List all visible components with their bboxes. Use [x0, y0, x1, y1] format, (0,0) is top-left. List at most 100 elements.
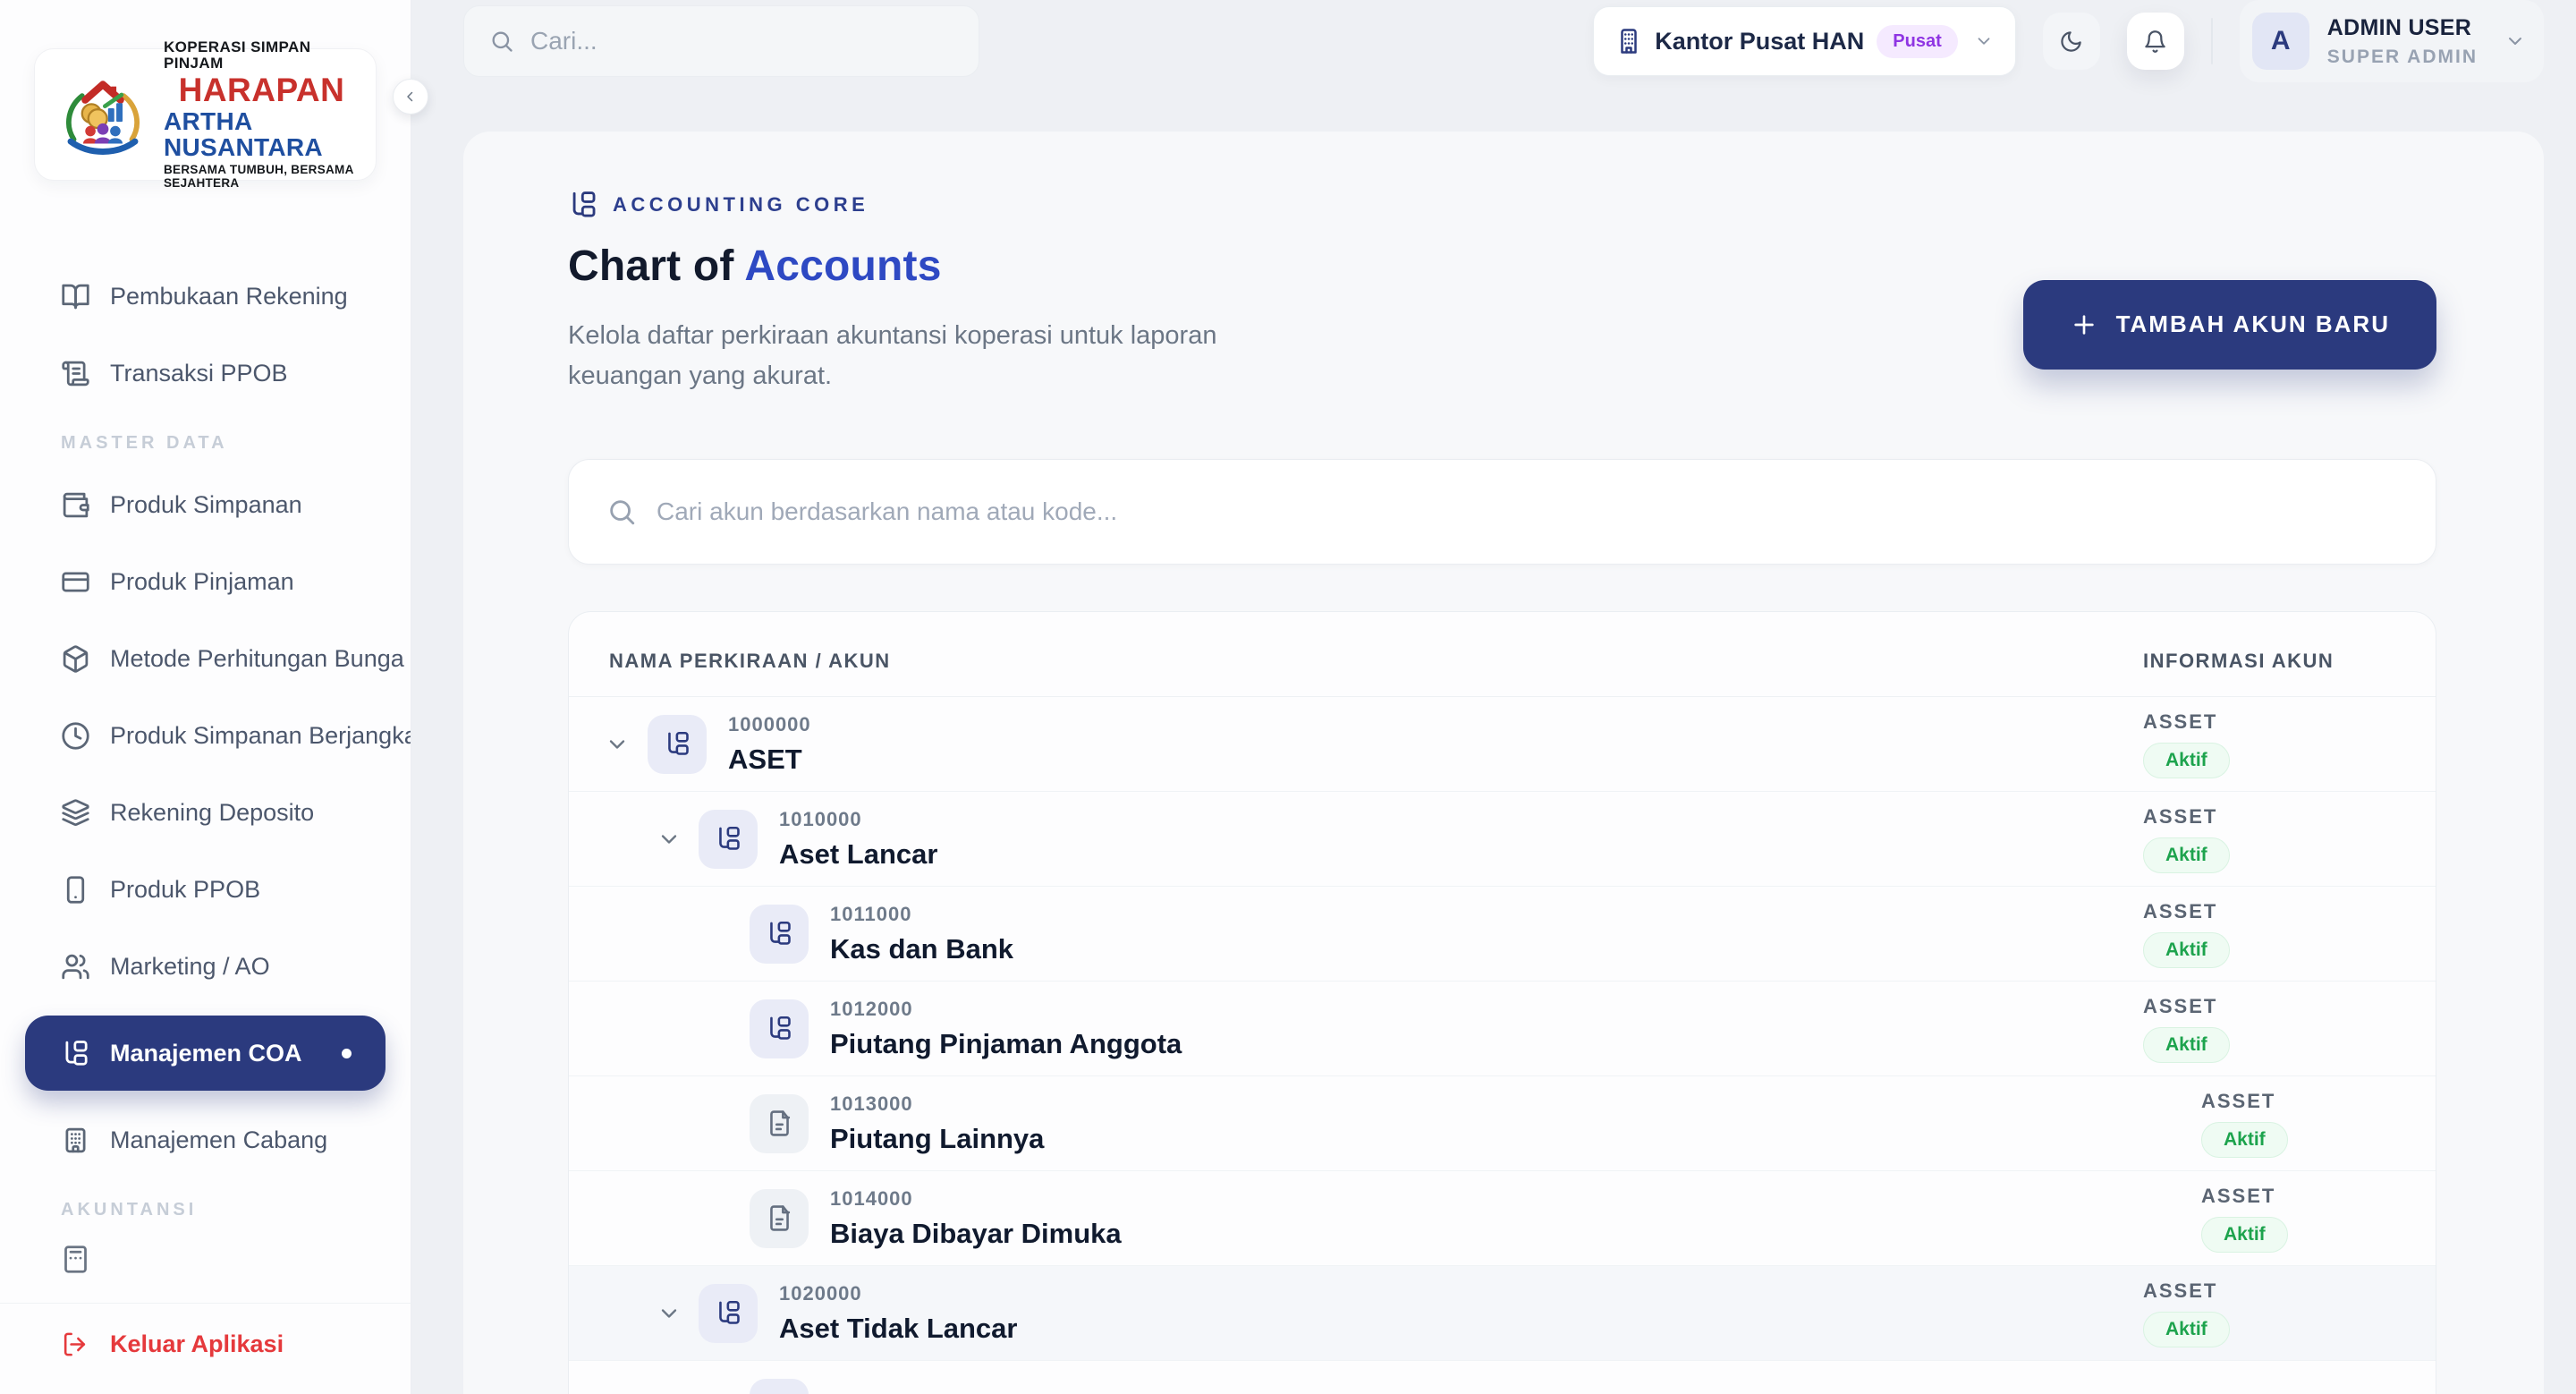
- account-name: Biaya Dibayar Dimuka: [830, 1218, 1122, 1250]
- account-icon-tile: [699, 1284, 758, 1343]
- branch-badge: Pusat: [1877, 25, 1957, 58]
- account-icon-tile: [750, 1094, 809, 1153]
- account-type-label: ASSET: [2143, 1279, 2217, 1303]
- brand-tagline-bottom: BERSAMA TUMBUH, BERSAMA SEJAHTERA: [164, 164, 360, 189]
- user-name: ADMIN USER: [2327, 15, 2478, 41]
- notifications-button[interactable]: [2127, 13, 2184, 70]
- table-row[interactable]: 1014000 Biaya Dibayar Dimuka ASSET Aktif: [569, 1171, 2436, 1266]
- table-row[interactable]: 1020000 Aset Tidak Lancar ASSET Aktif: [569, 1266, 2436, 1361]
- global-search-input[interactable]: [530, 27, 953, 55]
- table-row[interactable]: 1021000: [569, 1361, 2436, 1394]
- sidebar-item-label: Pembukaan Rekening: [110, 283, 348, 310]
- account-icon: [715, 825, 742, 853]
- sidebar-item-label: Produk Simpanan: [110, 491, 302, 519]
- moon-icon: [2059, 30, 2083, 54]
- active-dot: [342, 1049, 352, 1058]
- account-code: 1010000: [779, 808, 937, 831]
- sidebar-item-icon: [61, 1126, 90, 1155]
- page-title-prefix: Chart of: [568, 242, 744, 290]
- sidebar-item-produk-pinjaman[interactable]: Produk Pinjaman: [25, 554, 386, 609]
- account-icon: [715, 1299, 742, 1327]
- status-badge: Aktif: [2143, 1312, 2230, 1347]
- sidebar-item-label: Manajemen Cabang: [110, 1126, 327, 1154]
- topbar-divider: [2211, 18, 2213, 64]
- sidebar-item-icon: [61, 952, 90, 982]
- main-area: Kantor Pusat HAN Pusat A ADMIN USER SUPE…: [411, 0, 2576, 1394]
- avatar: A: [2252, 13, 2309, 70]
- account-code: 1000000: [728, 713, 811, 736]
- user-role: SUPER ADMIN: [2327, 47, 2478, 68]
- sidebar-item-produk-simpanan[interactable]: Produk Simpanan: [25, 477, 386, 532]
- account-type-label: ASSET: [2201, 1090, 2275, 1113]
- account-name: Piutang Pinjaman Anggota: [830, 1028, 1182, 1060]
- status-badge: Aktif: [2143, 1027, 2230, 1063]
- add-account-label: TAMBAH AKUN BARU: [2116, 310, 2390, 338]
- row-expand-chevron[interactable]: [657, 1301, 682, 1326]
- table-row[interactable]: 1013000 Piutang Lainnya ASSET Aktif: [569, 1076, 2436, 1171]
- building-icon: [1615, 28, 1642, 55]
- account-info: ASSET Aktif: [2143, 805, 2230, 873]
- table-row[interactable]: 1010000 Aset Lancar ASSET Aktif: [569, 792, 2436, 887]
- account-info: ASSET Aktif: [2143, 710, 2230, 778]
- user-menu[interactable]: A ADMIN USER SUPER ADMIN: [2240, 0, 2544, 82]
- accounts-table: NAMA PERKIRAAN / AKUN INFORMASI AKUN 100…: [568, 611, 2436, 1394]
- account-name: Kas dan Bank: [830, 933, 1013, 965]
- account-search-input[interactable]: [657, 497, 2398, 526]
- content-panel: ACCOUNTING CORE Chart of Accounts Kelola…: [463, 132, 2544, 1394]
- sidebar-item-rekening-deposito[interactable]: Rekening Deposito: [25, 785, 386, 840]
- row-expand-chevron[interactable]: [657, 827, 682, 852]
- sidebar-item-icon: [61, 644, 90, 674]
- add-account-button[interactable]: TAMBAH AKUN BARU: [2023, 280, 2436, 370]
- sidebar-item-produk-ppob[interactable]: Produk PPOB: [25, 862, 386, 917]
- sidebar-item-metode-perhitungan-bunga[interactable]: Metode Perhitungan Bunga: [25, 631, 386, 686]
- row-expand-chevron[interactable]: [605, 732, 630, 757]
- global-search[interactable]: [463, 5, 979, 77]
- sidebar-item-label: Produk PPOB: [110, 876, 260, 904]
- account-type-label: ASSET: [2143, 995, 2217, 1018]
- sidebar-item-icon: [61, 1039, 90, 1068]
- sidebar-item-pembukaan-rekening[interactable]: Pembukaan Rekening: [25, 268, 386, 324]
- account-code: 1014000: [830, 1187, 1122, 1211]
- column-info-header: INFORMASI AKUN: [2143, 650, 2334, 673]
- account-search[interactable]: [568, 459, 2436, 565]
- account-type-label: ASSET: [2143, 710, 2217, 734]
- page-title-accent: Accounts: [744, 242, 941, 290]
- sidebar-item-marketing-ao[interactable]: Marketing / AO: [25, 939, 386, 994]
- sidebar-section-master-data: MASTER DATA: [25, 433, 386, 454]
- sidebar-item-produk-simpanan-berjangka[interactable]: Produk Simpanan Berjangka: [25, 708, 386, 763]
- account-code: 1013000: [830, 1092, 1044, 1116]
- table-row[interactable]: 1012000 Piutang Pinjaman Anggota ASSET A…: [569, 982, 2436, 1076]
- status-badge: Aktif: [2201, 1122, 2288, 1158]
- sidebar-item-manajemen-coa[interactable]: Manajemen COA: [25, 1016, 386, 1091]
- logout-button[interactable]: Keluar Aplikasi: [25, 1330, 386, 1358]
- search-icon: [489, 29, 514, 54]
- account-name: Aset Tidak Lancar: [779, 1313, 1017, 1345]
- sidebar-item-transaksi-ppob[interactable]: Transaksi PPOB: [25, 345, 386, 401]
- account-icon-tile: [699, 810, 758, 869]
- sidebar-item-icon: [61, 798, 90, 828]
- plus-icon: [2070, 310, 2098, 339]
- sidebar-item-icon: [61, 359, 90, 388]
- branch-name: Kantor Pusat HAN: [1655, 28, 1864, 55]
- account-code: 1020000: [779, 1282, 1017, 1305]
- logout-icon: [61, 1330, 89, 1358]
- branch-selector[interactable]: Kantor Pusat HAN Pusat: [1593, 6, 2016, 76]
- chevron-left-icon: [402, 89, 419, 105]
- status-badge: Aktif: [2143, 837, 2230, 873]
- account-icon: [766, 1015, 793, 1042]
- sidebar-item-manajemen-cabang[interactable]: Manajemen Cabang: [25, 1112, 386, 1168]
- sidebar-item-icon: [61, 875, 90, 905]
- table-row[interactable]: 1011000 Kas dan Bank ASSET Aktif: [569, 887, 2436, 982]
- sidebar-item-icon: [61, 567, 90, 597]
- account-icon: [766, 1109, 793, 1137]
- dark-mode-toggle[interactable]: [2043, 13, 2100, 70]
- sidebar-item-partial[interactable]: [25, 1244, 386, 1274]
- table-row[interactable]: 1000000 ASET ASSET Aktif: [569, 697, 2436, 792]
- table-body: 1000000 ASET ASSET Aktif 1010000 Aset La…: [569, 697, 2436, 1394]
- sidebar-collapse-button[interactable]: [393, 79, 428, 115]
- account-type-label: ASSET: [2143, 805, 2217, 829]
- column-account-header: NAMA PERKIRAAN / AKUN: [609, 650, 891, 672]
- logout-label: Keluar Aplikasi: [110, 1330, 284, 1358]
- status-badge: Aktif: [2143, 743, 2230, 778]
- sidebar-footer: Keluar Aplikasi: [0, 1303, 411, 1394]
